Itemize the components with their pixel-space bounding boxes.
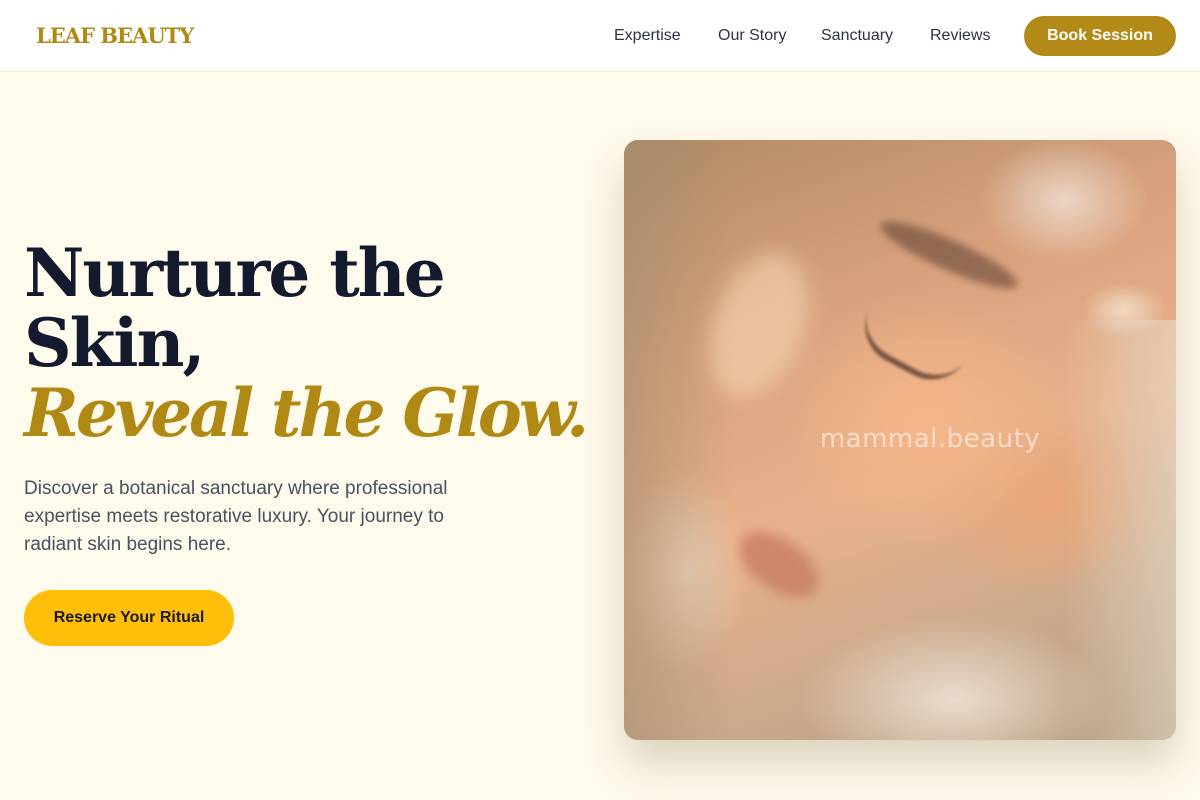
nav-our-story[interactable]: Our Story xyxy=(718,24,786,48)
reserve-ritual-button[interactable]: Reserve Your Ritual xyxy=(24,590,234,646)
hero-headline: Nurture the Skin, Reveal the Glow. xyxy=(24,234,589,452)
eyebrow-shape xyxy=(874,210,1024,300)
image-watermark: mammal.beauty xyxy=(819,424,1041,454)
hero-description: Discover a botanical sanctuary where pro… xyxy=(24,478,448,555)
site-header: LEAF BEAUTY Expertise Our Story Sanctuar… xyxy=(0,0,1200,72)
logo[interactable]: LEAF BEAUTY xyxy=(36,22,194,50)
nav-reviews[interactable]: Reviews xyxy=(930,24,990,48)
book-session-button[interactable]: Book Session xyxy=(1024,16,1176,56)
foreground-blur-right xyxy=(1064,320,1176,740)
headline-accent: Reveal the Glow. xyxy=(24,374,589,452)
lips-shape xyxy=(727,518,831,612)
nav-sanctuary[interactable]: Sanctuary xyxy=(821,24,893,48)
closed-eye-shape xyxy=(851,306,967,394)
nav-expertise[interactable]: Expertise xyxy=(614,24,681,48)
headline-line-1: Nurture the xyxy=(24,234,446,312)
hero-image: mammal.beauty xyxy=(624,140,1176,740)
headline-line-2: Skin, xyxy=(24,304,205,382)
